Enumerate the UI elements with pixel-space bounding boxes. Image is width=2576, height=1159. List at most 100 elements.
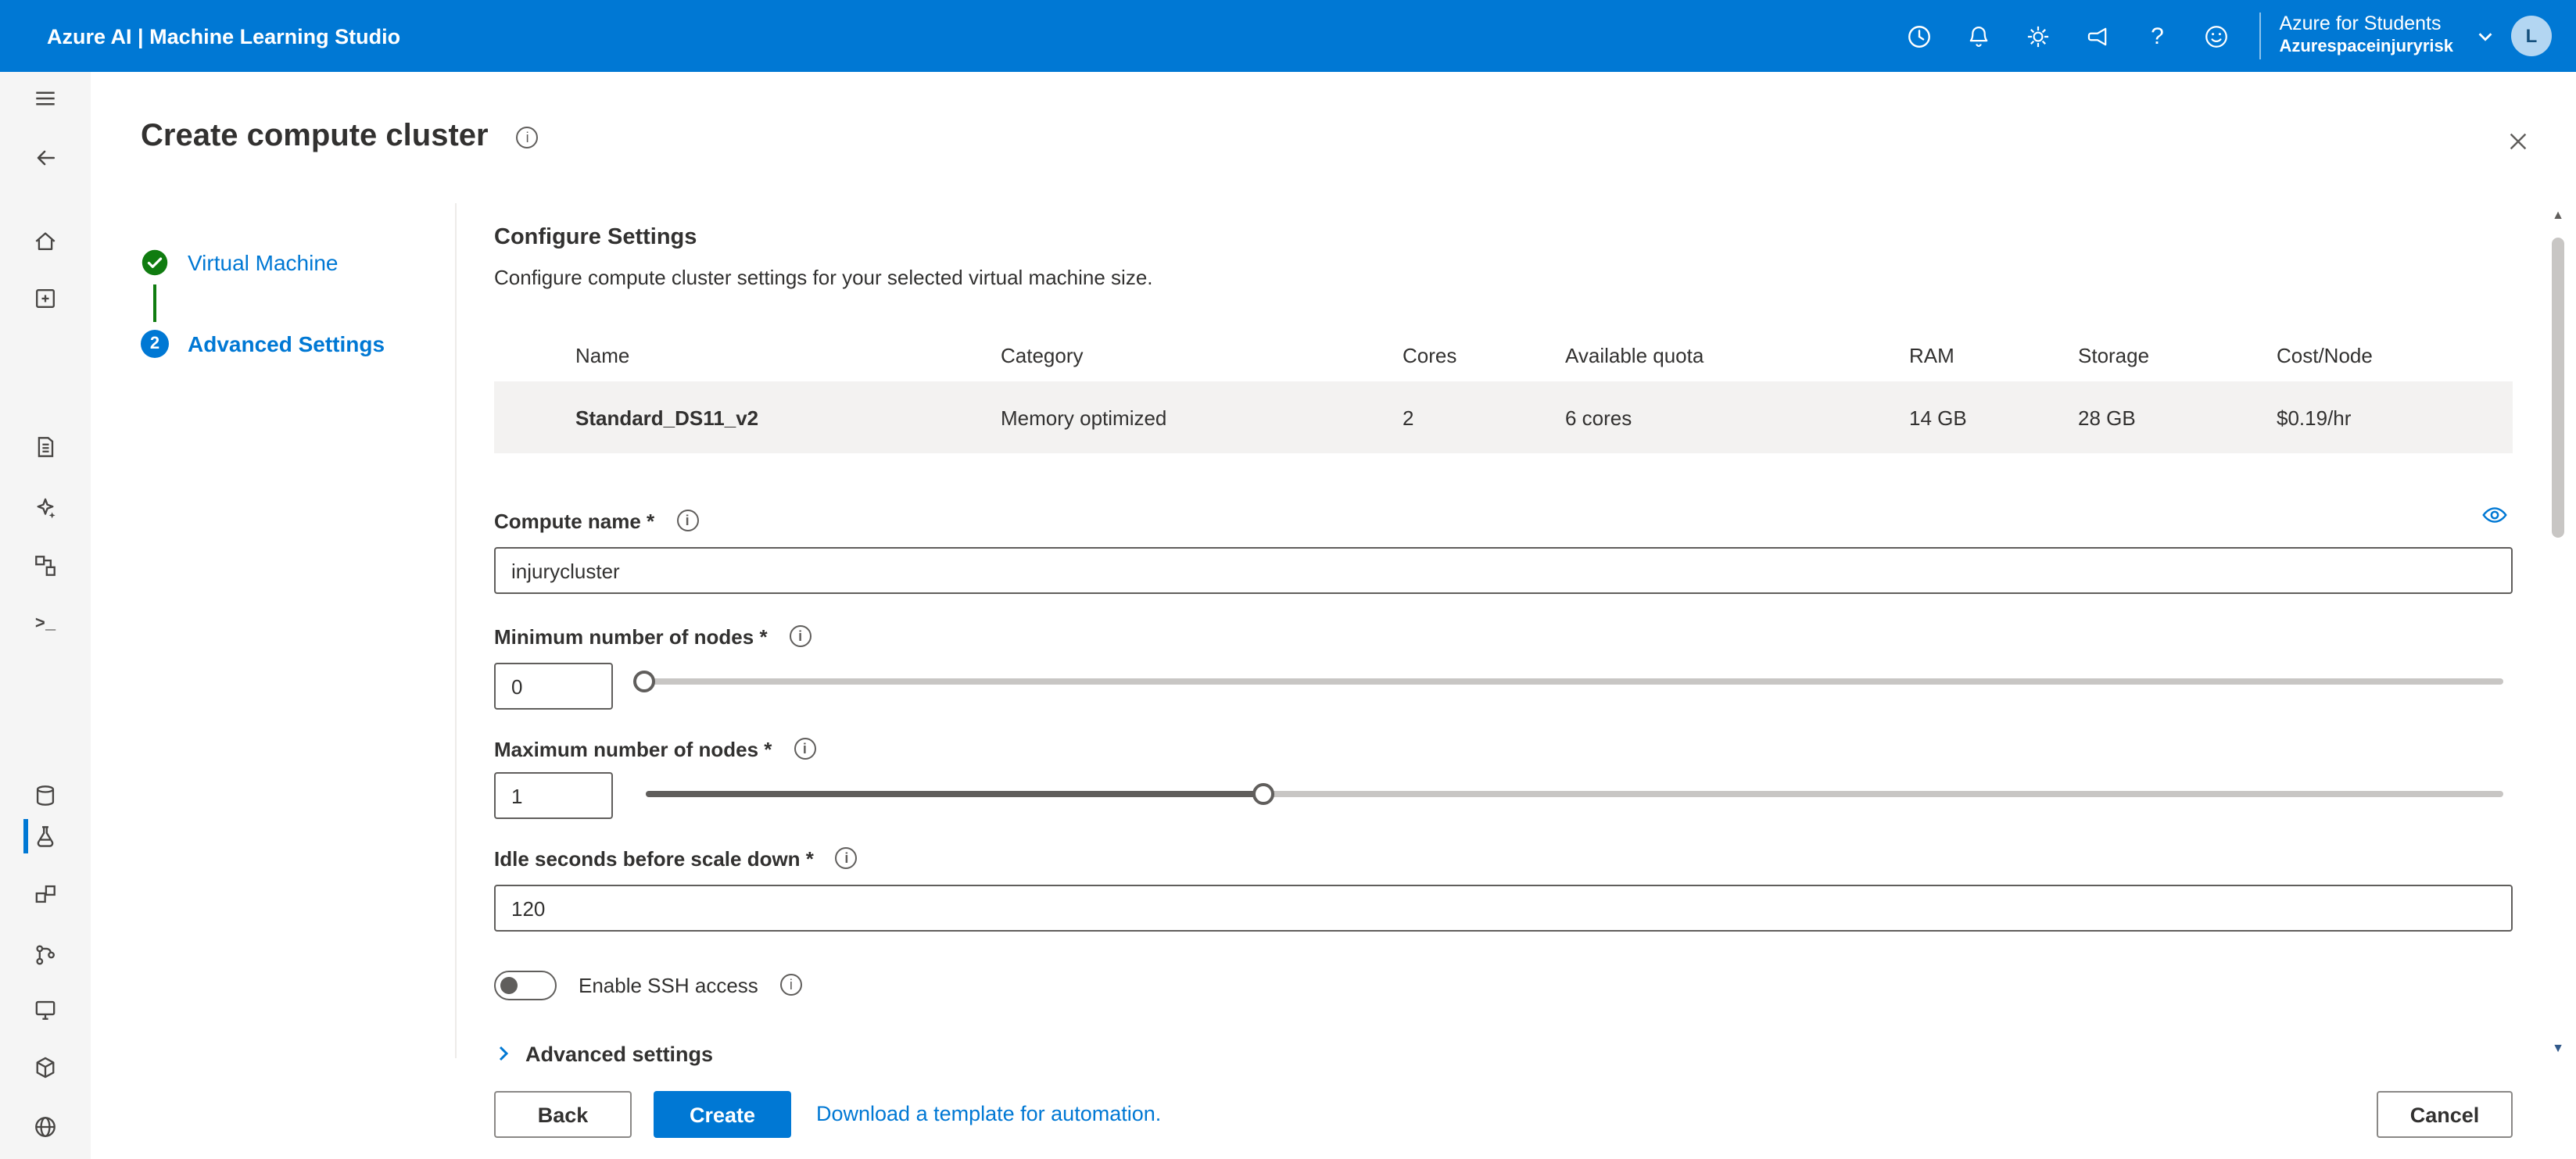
data-icon	[31, 782, 59, 810]
app-title: Azure AI | Machine Learning Studio	[47, 24, 400, 48]
vm-storage-cell: 28 GB	[2078, 406, 2277, 429]
info-icon[interactable]	[794, 738, 815, 760]
vm-table-row[interactable]: Standard_DS11_v2 Memory optimized 2 6 co…	[494, 381, 2513, 453]
back-button[interactable]: Back	[494, 1091, 632, 1138]
min-nodes-slider[interactable]	[646, 669, 2503, 694]
environments-icon	[31, 996, 59, 1024]
create-compute-cluster-dialog: Create compute cluster Virtual Machine 2…	[91, 72, 2576, 1159]
step-label[interactable]: Advanced Settings	[188, 331, 385, 356]
column-header: Storage	[2078, 343, 2277, 367]
info-icon[interactable]	[676, 510, 698, 531]
automated-ml-icon	[31, 494, 59, 522]
avatar[interactable]: L	[2511, 16, 2552, 56]
left-nav	[0, 72, 91, 1159]
endpoints-icon	[31, 1113, 59, 1141]
vm-ram-cell: 14 GB	[1909, 406, 2078, 429]
notebooks-icon	[31, 433, 59, 461]
slider-handle[interactable]	[1252, 783, 1274, 805]
clock-icon[interactable]	[1890, 0, 1949, 72]
download-template-link[interactable]: Download a template for automation.	[816, 1091, 1161, 1138]
sidebar-item-environments[interactable]	[0, 986, 91, 1033]
vm-cores-cell: 2	[1403, 406, 1565, 429]
ssh-toggle-row: Enable SSH access	[494, 969, 802, 1000]
min-nodes-label: Minimum number of nodes *	[494, 624, 768, 648]
vm-quota-cell: 6 cores	[1565, 406, 1909, 429]
sidebar-item-notebooks[interactable]	[0, 424, 91, 470]
settings-icon[interactable]	[2008, 0, 2068, 72]
vm-category-cell: Memory optimized	[1001, 406, 1403, 429]
chevron-right-icon	[494, 1044, 513, 1063]
cancel-button[interactable]: Cancel	[2377, 1091, 2513, 1138]
min-nodes-input[interactable]	[494, 663, 613, 710]
column-header: Category	[1001, 343, 1403, 367]
compute-name-label: Compute name *	[494, 509, 654, 532]
max-nodes-input[interactable]	[494, 772, 613, 819]
column-header: RAM	[1909, 343, 2078, 367]
max-nodes-slider[interactable]	[646, 782, 2503, 807]
toggle-knob	[500, 976, 518, 993]
step-label[interactable]: Virtual Machine	[188, 250, 339, 275]
sidebar-menu-toggle[interactable]	[0, 75, 91, 122]
column-header: Name	[494, 343, 1001, 367]
sidebar-item-data[interactable]	[0, 772, 91, 819]
sidebar-item-automated-ml[interactable]	[0, 485, 91, 531]
help-icon[interactable]	[2127, 0, 2187, 72]
directory-name: Azurespaceinjuryrisk	[2279, 38, 2453, 59]
section-subheading: Configure compute cluster settings for y…	[494, 266, 1153, 289]
scrollbar-thumb[interactable]	[2552, 238, 2564, 538]
designer-icon	[31, 552, 59, 580]
idle-seconds-input[interactable]	[494, 885, 2513, 932]
idle-seconds-label-row: Idle seconds before scale down *	[494, 844, 858, 872]
top-bar: Azure AI | Machine Learning Studio Azure…	[0, 0, 2576, 72]
step-virtual-machine[interactable]: Virtual Machine	[141, 247, 339, 278]
compute-name-input[interactable]	[494, 547, 2513, 594]
tenant-switcher[interactable]: Azure for Students Azurespaceinjuryrisk	[2279, 13, 2453, 59]
info-icon[interactable]	[517, 126, 539, 148]
info-icon[interactable]	[780, 974, 802, 996]
models-icon	[31, 1053, 59, 1082]
info-icon[interactable]	[790, 625, 811, 647]
compute-name-label-row: Compute name *	[494, 506, 698, 535]
sidebar-item-endpoints[interactable]	[0, 1104, 91, 1150]
configure-settings-form: Configure Settings Configure compute clu…	[494, 203, 2513, 1079]
ssh-toggle-label: Enable SSH access	[579, 973, 758, 996]
menu-icon	[31, 84, 59, 113]
close-icon[interactable]	[2502, 125, 2533, 156]
components-icon	[31, 880, 59, 908]
info-icon[interactable]	[836, 847, 858, 869]
sidebar-item-pipelines[interactable]	[0, 932, 91, 978]
sidebar-item-prompt-flow[interactable]	[0, 602, 91, 649]
prompt-icon	[35, 616, 56, 635]
sidebar-item-components[interactable]	[0, 871, 91, 918]
vertical-scrollbar[interactable]	[2547, 203, 2569, 1058]
chevron-down-icon[interactable]	[2475, 26, 2495, 46]
create-button[interactable]: Create	[654, 1091, 791, 1138]
sidebar-back-button[interactable]	[0, 134, 91, 181]
jobs-icon	[31, 822, 59, 850]
feedback-icon[interactable]	[2068, 0, 2127, 72]
sidebar-item-model-catalog[interactable]	[0, 275, 91, 322]
sidebar-item-designer[interactable]	[0, 542, 91, 589]
scroll-up-arrow-icon[interactable]	[2547, 203, 2569, 225]
dialog-footer: Back Create Download a template for auto…	[91, 1072, 2576, 1159]
scroll-down-arrow-icon[interactable]	[2547, 1036, 2569, 1058]
step-advanced-settings[interactable]: 2 Advanced Settings	[141, 328, 385, 360]
advanced-settings-expander[interactable]: Advanced settings	[494, 1038, 713, 1069]
ssh-toggle[interactable]	[494, 970, 557, 1000]
sidebar-item-models[interactable]	[0, 1044, 91, 1091]
sidebar-item-jobs[interactable]	[0, 813, 91, 860]
smiley-icon[interactable]	[2187, 0, 2246, 72]
column-header: Cost/Node	[2277, 343, 2513, 367]
sidebar-item-home[interactable]	[0, 217, 91, 264]
home-icon	[31, 227, 59, 255]
notifications-icon[interactable]	[1949, 0, 2008, 72]
max-nodes-label-row: Maximum number of nodes *	[494, 735, 815, 763]
steps-content-divider	[455, 203, 457, 1058]
slider-track[interactable]	[646, 678, 2503, 685]
slider-handle[interactable]	[633, 671, 655, 692]
eye-icon[interactable]	[2480, 500, 2510, 530]
advanced-settings-label: Advanced settings	[525, 1042, 713, 1065]
step-connector	[153, 284, 156, 322]
tenant-name: Azure for Students	[2279, 13, 2453, 38]
vm-name-cell: Standard_DS11_v2	[494, 406, 1001, 429]
